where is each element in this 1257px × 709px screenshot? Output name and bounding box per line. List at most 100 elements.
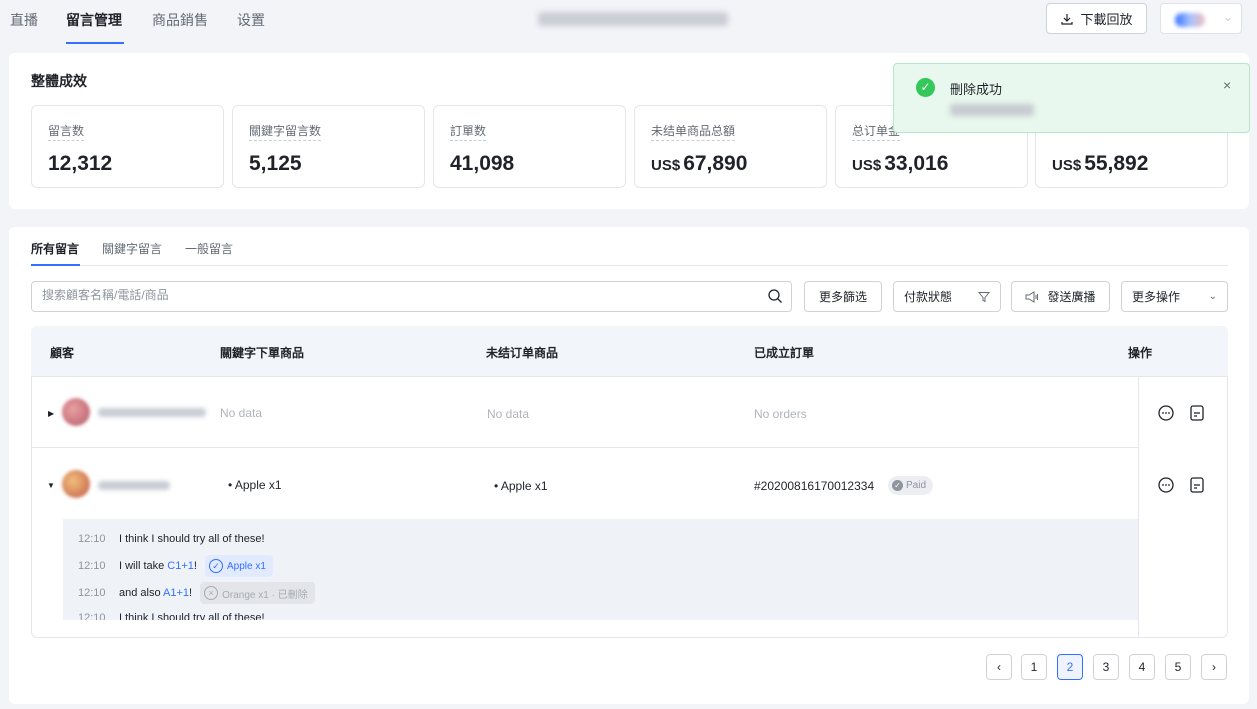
note-icon[interactable] [1189,476,1205,494]
close-icon[interactable]: × [1223,77,1231,93]
chevron-down-icon: ⌄ [1222,10,1233,24]
more-actions-label: 更多操作 [1132,290,1181,304]
comment-line: 12:10 I think I should try all of these! [78,533,265,545]
keyword-items-cell: No data [220,406,263,420]
search-box [31,281,792,312]
comment-line: 12:10 I will take C1+1! ✓ Apple x1 [78,555,273,577]
comment-time: 12:10 [78,560,106,572]
collapse-caret-icon[interactable]: ▼ [47,481,55,490]
nav-tab-comments[interactable]: 留言管理 [66,10,122,30]
check-circle-icon: ✓ [916,78,935,97]
more-filter-label: 更多篩选 [818,290,867,304]
orders-cell: No orders [754,407,807,421]
order-number[interactable]: #20200816170012334 [754,479,874,493]
chat-icon[interactable] [1157,476,1175,494]
stat-card-comments: 留言数 12,312 [31,105,224,188]
more-actions-dropdown[interactable]: 更多操作 ⌄ [1121,281,1228,312]
comment-time: 12:10 [78,612,106,620]
tab-keyword-comments[interactable]: 關鍵字留言 [102,240,162,257]
download-replay-button[interactable]: 下載回放 [1046,3,1147,34]
page-button[interactable]: 3 [1093,654,1119,680]
tab-all-comments[interactable]: 所有留言 [31,240,79,257]
payment-status-label: 付款狀態 [904,290,953,304]
tab-active-indicator [31,264,80,266]
payment-status-filter[interactable]: 付款狀態 [893,281,1001,312]
comment-line: 12:10 and also A1+1! × Orange x1 · 已刪除 [78,582,315,604]
chat-icon[interactable] [1157,404,1175,422]
check-circle-icon: ✓ [208,559,223,573]
stat-value: US$ 67,890 [651,152,748,175]
column-header-customer: 顧客 [50,346,75,360]
stat-label: 關鍵字留言数 [249,122,322,141]
column-header-open-items: 未结订单商品 [486,346,559,360]
actions-column-divider [1138,377,1139,637]
search-icon[interactable] [767,288,783,304]
nav-active-indicator [66,42,124,44]
order-status-badge: ✓ Paid [888,476,934,495]
stat-value: 12,312 [48,152,113,175]
avatar [62,398,90,426]
check-circle-icon: ✓ [892,480,903,491]
more-filter-button[interactable]: 更多篩选 [804,281,882,312]
search-input[interactable] [42,288,742,302]
blurred-stream-title [538,12,728,26]
megaphone-icon [1025,290,1039,303]
nav-tab-live[interactable]: 直播 [10,10,38,30]
matched-product-chip[interactable]: ✓ Apple x1 [204,555,273,577]
next-page-button[interactable]: › [1201,654,1227,680]
note-icon[interactable] [1189,404,1205,422]
expand-caret-icon[interactable]: ▶ [48,409,54,418]
comment-time: 12:10 [78,587,106,599]
chevron-down-icon: ⌄ [1208,291,1217,302]
prev-page-button[interactable]: ‹ [986,654,1012,680]
open-items-cell: No data [487,407,530,421]
comment-text: I think I should try all of these! [119,533,265,545]
send-broadcast-label: 發送廣播 [1047,290,1096,304]
stat-value: US$ 55,892 [1052,152,1149,175]
table-header [31,326,1228,377]
column-header-actions: 操作 [1128,346,1153,360]
order-status-label: Paid [906,480,927,491]
stat-value: US$ 33,016 [852,152,949,175]
stat-value: 5,125 [249,152,302,175]
download-icon [1061,13,1074,25]
page-button[interactable]: 4 [1129,654,1155,680]
column-header-keyword-items: 關鍵字下單商品 [220,346,305,360]
tab-general-comments[interactable]: 一般留言 [185,240,233,257]
deleted-product-chip: × Orange x1 · 已刪除 [200,582,315,604]
open-items-cell: • Apple x1 [494,479,548,493]
page-button[interactable]: 1 [1021,654,1047,680]
stat-value: 41,098 [450,152,515,175]
download-replay-label: 下載回放 [1080,12,1133,27]
page-button-current[interactable]: 2 [1057,654,1083,680]
x-circle-icon: × [204,586,219,600]
tab-divider [31,265,1228,266]
comment-text: I will take C1+1! [119,560,197,572]
account-switcher[interactable]: ⌄ [1160,3,1242,34]
stat-card-orders: 訂單数 41,098 [433,105,626,188]
send-broadcast-button[interactable]: 發送廣播 [1011,281,1110,312]
page-button[interactable]: 5 [1165,654,1191,680]
comment-time: 12:10 [78,533,106,545]
comment-text: and also A1+1! [119,587,193,599]
nav-tab-sales[interactable]: 商品銷售 [152,10,208,30]
stat-card-unsettled-total: 未结单商品总額 US$ 67,890 [634,105,827,188]
stat-label: 訂單数 [450,122,487,141]
avatar [62,470,90,498]
toast-blurred-detail [950,104,1034,116]
comment-line: 12:10 I think I should try all of these! [78,612,265,620]
column-header-orders: 已成立訂單 [754,346,815,360]
stat-label: 留言数 [48,122,85,141]
stat-card-keyword-comments: 關鍵字留言数 5,125 [232,105,425,188]
success-toast [893,63,1250,133]
performance-title: 整體成效 [31,73,87,89]
nav-tab-settings[interactable]: 设置 [237,10,265,30]
toast-title: 刪除成功 [950,82,1003,97]
filter-icon [978,291,990,302]
blurred-customer-name [98,408,206,417]
comment-text: I think I should try all of these! [119,612,265,620]
stat-label: 未结单商品总額 [651,122,736,141]
keyword-items-cell: • Apple x1 [228,478,282,492]
avatar [1175,13,1205,27]
row-divider [32,447,1138,448]
